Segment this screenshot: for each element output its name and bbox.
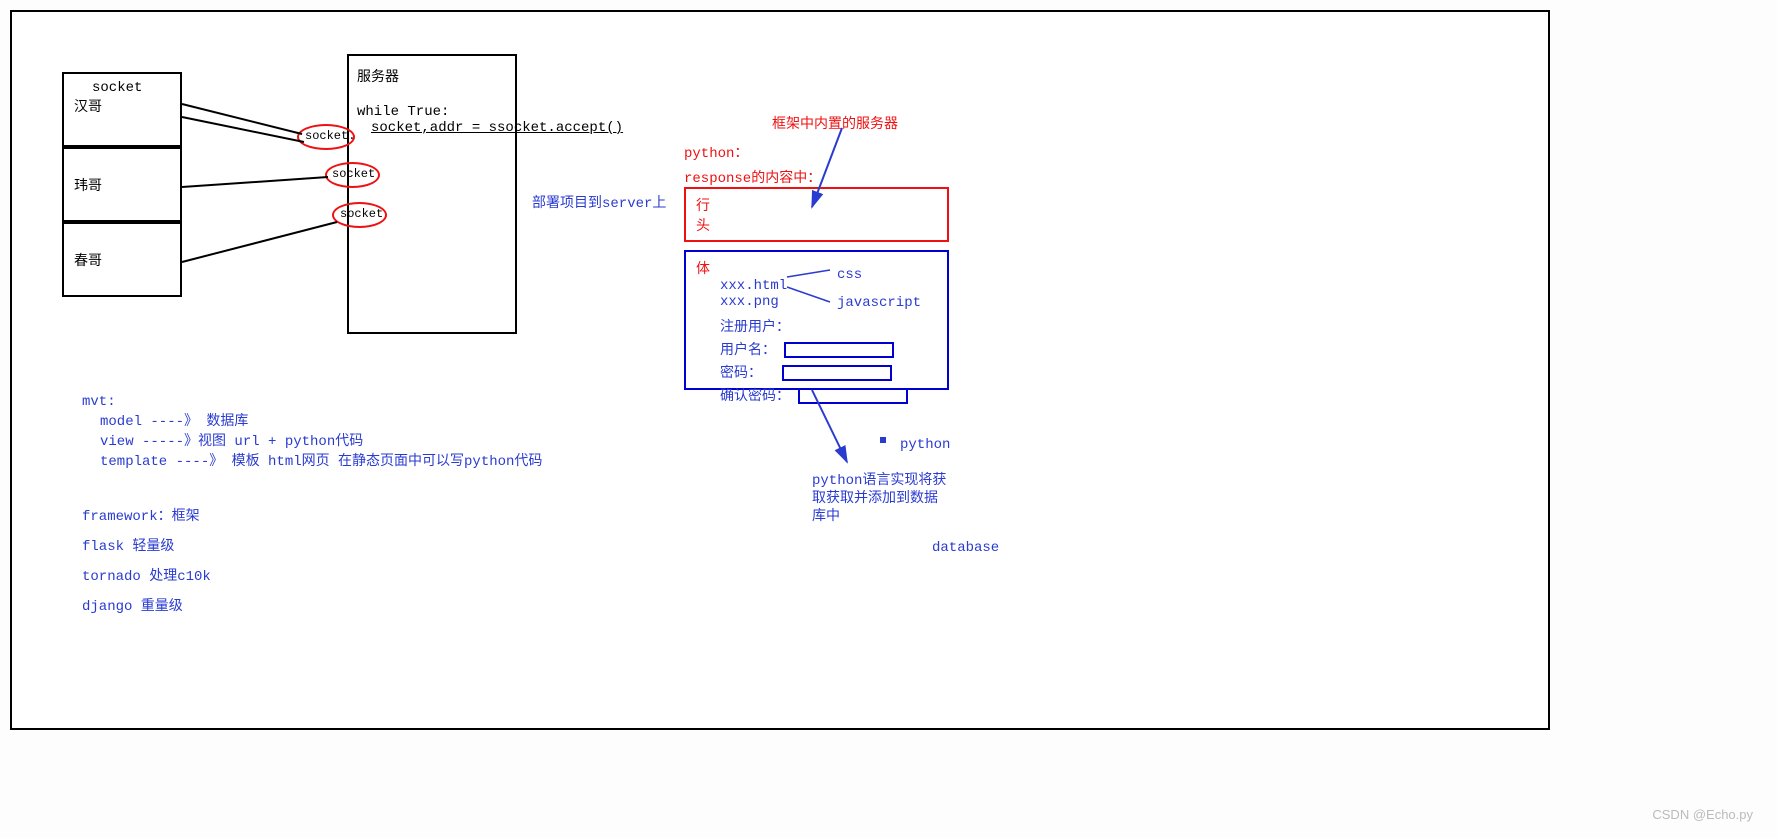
framework-django: django 重量级 [82, 592, 211, 622]
form-register-label: 注册用户： [720, 316, 937, 336]
form-username-label: 用户名： [720, 343, 776, 359]
server-box: 服务器 while True: socket,addr = ssocket.ac… [347, 54, 517, 334]
mvt-block: mvt: model ----》 数据库 view -----》视图 url +… [82, 392, 542, 472]
response-line: 行 [696, 195, 937, 215]
js-label: javascript [837, 295, 921, 311]
form-confirm-label: 确认密码： [720, 389, 790, 405]
response-body-label: 体 [696, 258, 937, 278]
response-label: response的内容中： [684, 167, 821, 187]
frameworks-header: framework：框架 [82, 502, 211, 532]
client-box-1: socket 汉哥 [62, 72, 182, 147]
mvt-header: mvt: [82, 392, 542, 412]
form-password-input[interactable] [782, 365, 892, 381]
mvt-model: model ----》 数据库 [100, 412, 542, 432]
response-head: 头 [696, 215, 937, 235]
socket-label-3: socket [340, 207, 383, 221]
form-password-label: 密码： [720, 366, 762, 382]
deploy-label: 部署项目到server上 [532, 192, 666, 212]
client-1-name: 汉哥 [74, 96, 170, 116]
python-impl-l2: 取获取并添加到数据 [812, 490, 952, 508]
python-note-right: python [900, 437, 950, 453]
client-2-name: 玮哥 [74, 175, 170, 195]
socket-label-2: socket [332, 167, 375, 181]
response-body-box: 体 xxx.html xxx.png 注册用户： 用户名： 密码： 确认密码： [684, 250, 949, 390]
frameworks-block: framework：框架 flask 轻量级 tornado 处理c10k dj… [82, 502, 211, 622]
client-3-name: 春哥 [74, 250, 170, 270]
mvt-template: template ----》 模板 html网页 在静态页面中可以写python… [100, 452, 542, 472]
form-confirm-input[interactable] [798, 388, 908, 404]
framework-flask: flask 轻量级 [82, 532, 211, 562]
response-header-box: 行 头 [684, 187, 949, 242]
css-label: css [837, 267, 862, 283]
server-code-line-1: while True: [357, 104, 507, 120]
socket-label-1: socket. [305, 129, 355, 143]
client-socket-label: socket [92, 80, 170, 96]
framework-server-label: 框架中内置的服务器 [772, 113, 898, 133]
python-label: python： [684, 142, 748, 162]
form-username-input[interactable] [784, 342, 894, 358]
framework-tornado: tornado 处理c10k [82, 562, 211, 592]
mvt-view: view -----》视图 url + python代码 [100, 432, 542, 452]
client-box-2: 玮哥 [62, 147, 182, 222]
python-impl-l1: python语言实现将获 [812, 472, 952, 490]
python-impl-l3: 库中 [812, 508, 952, 526]
server-title: 服务器 [357, 66, 507, 86]
client-box-3: 春哥 [62, 222, 182, 297]
diagram-canvas: socket 汉哥 玮哥 春哥 服务器 while True: socket,a… [10, 10, 1550, 730]
database-label: database [932, 540, 999, 556]
python-impl-note: python语言实现将获 取获取并添加到数据 库中 [812, 472, 952, 526]
body-html: xxx.html [720, 278, 937, 294]
watermark: CSDN @Echo.py [1652, 807, 1753, 822]
server-code-line-2: socket,addr = ssocket.accept() [371, 120, 507, 136]
